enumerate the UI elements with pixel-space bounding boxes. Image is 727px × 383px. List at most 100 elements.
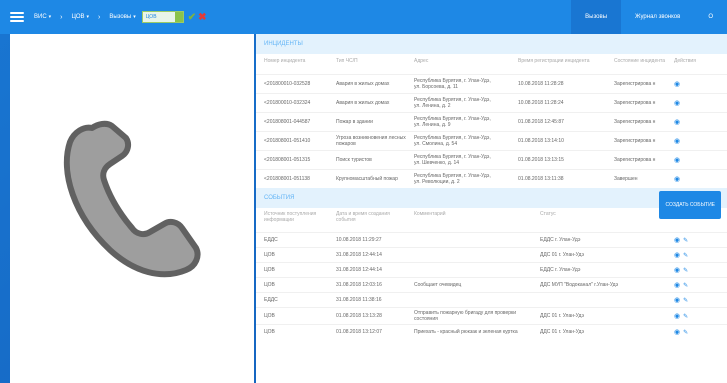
address-line: ул. Шевченко, д. 14 (414, 159, 460, 166)
dropdown-arrow-icon (174, 12, 183, 22)
eye-icon[interactable]: ◉ (674, 297, 680, 304)
incident-actions: ◉ (666, 73, 727, 93)
event-row[interactable]: ЦОВ 31.08.2018 12:03:16 Сообщает очевидец Д… (256, 276, 727, 292)
breadcrumb-tsov[interactable]: ЦОВ ▾ (72, 14, 90, 20)
event-row[interactable]: ЕДДС 10.08.2018 11:29:27 ЕДДС г. Улан-Удэ ◉… (256, 231, 727, 247)
event-status: ДДС 01 г. Улан-Удэ (532, 306, 666, 324)
column-header: Номер инцидента (264, 58, 306, 64)
event-status: ДДС МУП "Водоканал" г.Улан-Удэ (532, 276, 666, 292)
incident-state: Завершен (606, 168, 666, 188)
incident-address: Республика Бурятия, г. Улан-Удэ, ул. Борс… (406, 73, 510, 93)
event-source: ЦОВ (256, 323, 328, 339)
breadcrumb-label: Вызовы (109, 14, 132, 20)
cancel-icon[interactable]: ✖ (198, 12, 206, 23)
breadcrumb-label: ВИС (34, 14, 47, 20)
pencil-icon[interactable]: ✎ (683, 330, 688, 336)
incident-row[interactable]: <201800010-032324 Авария в жилых домах Рес… (256, 92, 727, 112)
eye-icon[interactable]: ◉ (674, 119, 680, 126)
event-time: 31.08.2018 12:44:14 (328, 246, 406, 262)
incident-row[interactable]: <201808001-051410 Угроза возникновения ле… (256, 130, 727, 150)
menu-icon[interactable] (10, 12, 24, 22)
event-source: ЕДДС (256, 291, 328, 307)
column-header: Статус (540, 211, 556, 217)
event-actions: ◉ ✎ (666, 291, 727, 307)
eye-icon[interactable]: ◉ (674, 313, 680, 320)
incident-time: 10.08.2018 11:28:24 (510, 92, 606, 112)
call-panel (10, 34, 254, 383)
incident-row[interactable]: <201800010-032528 Авария в жилых домах Рес… (256, 73, 727, 93)
incident-type: Угроза возникновения лесных пожаров (328, 130, 406, 150)
incident-row[interactable]: <201808001-051315 Поиск туристов Республик… (256, 149, 727, 169)
chevron-down-icon: ▾ (133, 14, 136, 20)
column-header: Действия (674, 58, 696, 64)
event-comment: Сообщает очевидец (406, 276, 532, 292)
pencil-icon[interactable]: ✎ (683, 298, 688, 304)
event-status: ДДС 01 г. Улан-Удэ (532, 323, 666, 339)
main-content: ИНЦИДЕНТЫ Номер инцидента Тип ЧС/П Адрес… (256, 34, 727, 383)
breadcrumb-calls[interactable]: Вызовы ▾ (109, 14, 135, 20)
incident-state: Зарегистрирова н (606, 73, 666, 93)
incident-row[interactable]: <201808001-044587 Пожар в здании Республик… (256, 111, 727, 131)
event-comment: Приехать - красный рюкзак и зеленая курт… (406, 323, 532, 339)
create-event-button[interactable]: СОЗДАТЬ СОБЫТИЕ (659, 191, 721, 219)
event-comment (406, 291, 532, 307)
eye-icon[interactable]: ◉ (674, 81, 680, 88)
incident-row[interactable]: <201808001-051138 Крупномасштабный пожар Р… (256, 168, 727, 188)
incident-address: Республика Бурятия, г. Улан-Удэ, ул. Рево… (406, 168, 510, 188)
eye-icon[interactable]: ◉ (674, 176, 680, 183)
event-comment (406, 246, 532, 262)
tab-calls[interactable]: Вызовы (571, 0, 622, 34)
event-status: ЕДДС г. Улан-Удэ (532, 261, 666, 277)
incident-type: Крупномасштабный пожар (328, 168, 406, 188)
event-actions: ◉ ✎ (666, 231, 727, 247)
address-line: ул. Ленина, д. 2 (414, 102, 451, 109)
pencil-icon[interactable]: ✎ (683, 283, 688, 289)
eye-icon[interactable]: ◉ (674, 282, 680, 289)
event-row[interactable]: ЕДДС 31.08.2018 11:38:16 ◉ ✎ (256, 291, 727, 307)
event-comment (406, 261, 532, 277)
event-actions: ◉ ✎ (666, 323, 727, 339)
eye-icon[interactable]: ◉ (674, 329, 680, 336)
column-header: Адрес (414, 58, 429, 64)
breadcrumb-vis[interactable]: ВИС ▾ (34, 14, 51, 20)
eye-icon[interactable]: ◉ (674, 237, 680, 244)
event-comment: Отправить пожарную бригаду для проверки … (406, 306, 532, 324)
incident-actions: ◉ (666, 111, 727, 131)
eye-icon[interactable]: ◉ (674, 100, 680, 107)
confirm-icon[interactable]: ✔ (188, 12, 196, 23)
event-status (532, 291, 666, 307)
pencil-icon[interactable]: ✎ (683, 314, 688, 320)
event-row[interactable]: ЦОВ 01.08.2018 13:12:07 Приехать - красный… (256, 323, 727, 339)
event-time: 10.08.2018 11:29:27 (328, 231, 406, 247)
incidents-table: Номер инцидента Тип ЧС/П Адрес Время рег… (256, 54, 727, 188)
events-header: СОБЫТИЯ СОЗДАТЬ СОБЫТИЕ (256, 188, 727, 219)
pencil-icon[interactable]: ✎ (683, 253, 688, 259)
breadcrumb-select[interactable]: ЦОВ (141, 11, 184, 23)
eye-icon[interactable]: ◉ (674, 157, 680, 164)
pencil-icon[interactable]: ✎ (683, 238, 688, 244)
pencil-icon[interactable]: ✎ (683, 268, 688, 274)
breadcrumb-separator-icon: › (98, 13, 101, 21)
breadcrumb-label: ЦОВ (71, 14, 85, 20)
eye-icon[interactable]: ◉ (674, 267, 680, 274)
incident-number: <201808001-051138 (256, 168, 328, 188)
eye-icon[interactable]: ◉ (674, 252, 680, 259)
event-source: ЦОВ (256, 246, 328, 262)
event-row[interactable]: ЦОВ 01.08.2018 13:13:28 Отправить пожарную… (256, 306, 727, 324)
column-header: Источник поступления информации (264, 211, 317, 223)
top-bar: ВИС ▾ › ЦОВ ▾ › Вызовы ▾ ЦОВ ✔ ✖ Вызовы Жур… (0, 0, 727, 34)
incident-number: <201808001-044587 (256, 111, 328, 131)
incident-type: Пожар в здании (328, 111, 406, 131)
address-line: ул. Революции, д. 2 (414, 178, 460, 185)
tab-call-log[interactable]: Журнал звонков (621, 0, 694, 34)
select-value: ЦОВ (145, 14, 157, 20)
event-row[interactable]: ЦОВ 31.08.2018 12:44:14 ДДС 01 г. Улан-Удэ… (256, 246, 727, 262)
incident-type: Авария в жилых домах (328, 92, 406, 112)
eye-icon[interactable]: ◉ (674, 138, 680, 145)
tab-other[interactable]: О (694, 0, 727, 34)
phone-handset-icon[interactable] (62, 120, 202, 280)
event-row[interactable]: ЦОВ 31.08.2018 12:44:14 ЕДДС г. Улан-Удэ ◉ ✎ (256, 261, 727, 277)
chevron-down-icon: ▾ (48, 14, 52, 20)
incident-type: Авария в жилых домах (328, 73, 406, 93)
incident-time: 01.08.2018 13:13:15 (510, 149, 606, 169)
